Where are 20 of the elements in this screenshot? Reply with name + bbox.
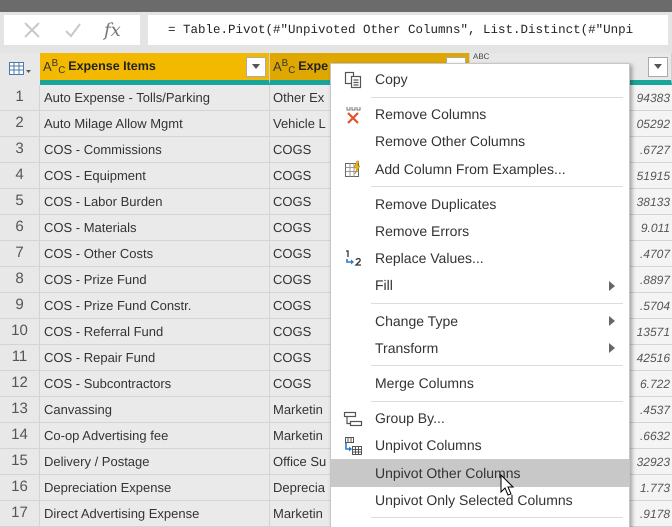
row-number: 15 — [0, 449, 40, 474]
row-number: 4 — [0, 163, 40, 188]
row-number: 7 — [0, 241, 40, 266]
row-number: 5 — [0, 189, 40, 214]
text-type-label: ABC — [473, 53, 490, 61]
row-number: 8 — [0, 267, 40, 292]
row-number: 6 — [0, 215, 40, 240]
row-number: 14 — [0, 423, 40, 448]
column-title: Expense Items — [68, 58, 156, 76]
row-number: 16 — [0, 475, 40, 500]
row-number: 12 — [0, 371, 40, 396]
row-number: 1 — [0, 85, 40, 110]
row-number: 2 — [0, 111, 40, 136]
column-title: Expe — [298, 58, 328, 76]
row-number: 9 — [0, 293, 40, 318]
row-number: 13 — [0, 397, 40, 422]
row-number: 11 — [0, 345, 40, 370]
row-number: 10 — [0, 319, 40, 344]
row-number: 3 — [0, 137, 40, 162]
row-number: 17 — [0, 501, 40, 526]
